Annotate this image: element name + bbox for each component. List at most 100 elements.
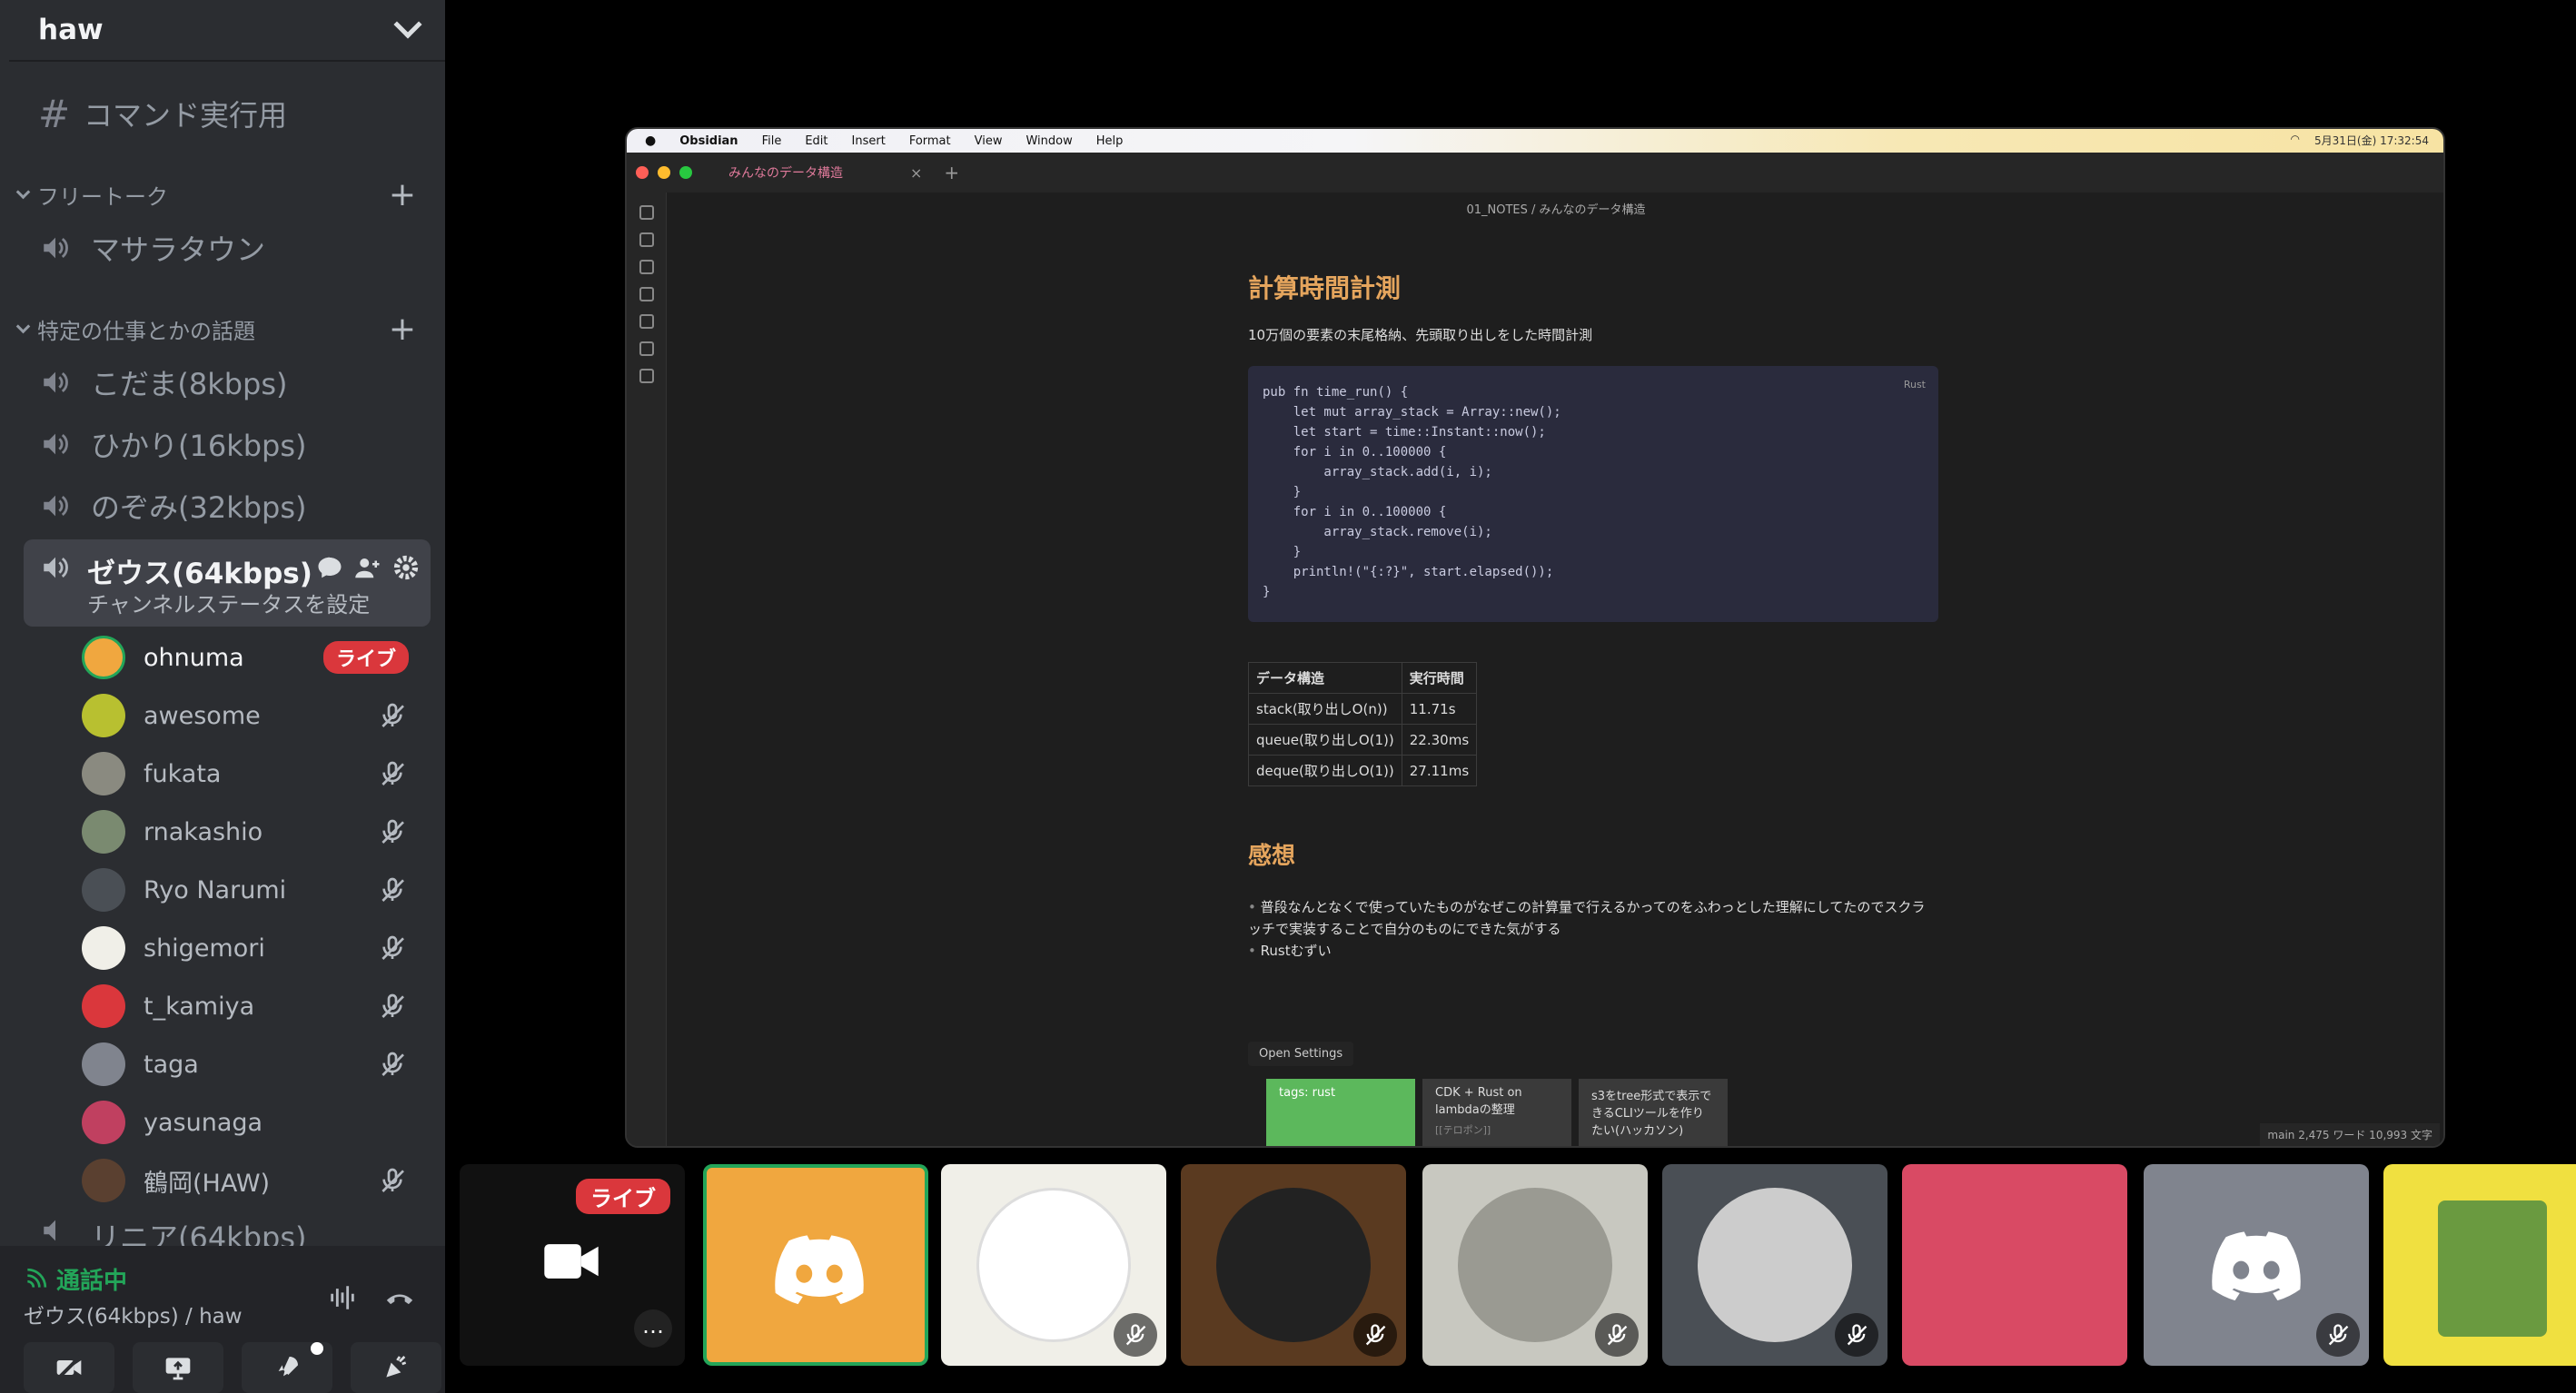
member-name: 鶴岡(HAW) — [144, 1169, 271, 1198]
more-options-button[interactable]: … — [634, 1309, 672, 1348]
voice-member[interactable]: ohnuma ライブ — [82, 632, 423, 683]
table-header: データ構造 — [1248, 662, 1402, 694]
gear-icon[interactable] — [392, 554, 420, 581]
live-badge: ライブ — [576, 1179, 670, 1214]
tile-participant[interactable] — [1181, 1164, 1406, 1366]
voice-channel-nozomi[interactable]: のぞみ(32kbps) — [24, 478, 431, 534]
voice-member[interactable]: taga — [82, 1039, 423, 1090]
voice-channel-masara[interactable]: マサラタウン — [24, 220, 431, 276]
tile-participant[interactable] — [1902, 1164, 2127, 1366]
add-channel-icon[interactable]: + — [389, 176, 416, 213]
member-name: rnakashio — [144, 817, 263, 846]
category-label: フリートーク — [37, 183, 168, 210]
tile-participant[interactable] — [941, 1164, 1166, 1366]
muted-mic-icon — [1835, 1313, 1878, 1357]
avatar — [82, 1159, 125, 1202]
voice-channel-kodama[interactable]: こだま(8kbps) — [24, 354, 431, 410]
voice-member[interactable]: Ryo Narumi — [82, 864, 423, 915]
disconnect-icon[interactable] — [381, 1282, 418, 1317]
muted-mic-icon — [378, 875, 407, 904]
tile-live-stream[interactable]: ライブ … — [460, 1164, 685, 1366]
channel-label: ひかり(16kbps) — [91, 429, 307, 463]
table-header: 実行時間 — [1401, 662, 1478, 694]
server-name: haw — [38, 14, 104, 46]
noise-suppression-icon[interactable] — [325, 1282, 360, 1317]
note-heading: 計算時間計測 — [1248, 273, 1402, 303]
soundboard-icon — [386, 1356, 407, 1378]
speaker-icon — [38, 429, 73, 459]
screen-share-stream[interactable]: ● Obsidian File Edit Insert Format View … — [625, 127, 2445, 1148]
voice-channel-linear[interactable]: リニア(64kbps) — [24, 1215, 431, 1248]
signal-icon — [27, 1268, 47, 1288]
avatar — [82, 636, 125, 679]
chat-bubble-icon[interactable] — [316, 554, 343, 581]
copy-icon — [639, 314, 654, 329]
channel-label: のぞみ(32kbps) — [91, 490, 307, 525]
voice-member[interactable]: 鶴岡(HAW) — [82, 1155, 423, 1206]
tile-participant[interactable] — [2144, 1164, 2369, 1366]
camera-off-icon — [56, 1355, 82, 1380]
invite-user-icon[interactable] — [354, 554, 381, 581]
voice-connected-status[interactable]: 通話中 — [24, 1262, 127, 1296]
note-card: CDK + Rust on lambdaの整理 [[テロポン]] — [1422, 1079, 1571, 1146]
tile-participant[interactable] — [1662, 1164, 1887, 1366]
voice-member[interactable]: yasunaga — [82, 1097, 423, 1148]
avatar — [82, 1101, 125, 1144]
tile-participant[interactable] — [2383, 1164, 2576, 1366]
table-cell: 11.71s — [1401, 693, 1478, 725]
menu-item: Edit — [805, 133, 828, 148]
voice-channel-path[interactable]: ゼウス(64kbps) / haw — [24, 1299, 243, 1329]
tile-participant[interactable] — [1422, 1164, 1648, 1366]
graph-icon — [639, 205, 654, 220]
voice-member[interactable]: t_kamiya — [82, 981, 423, 1032]
menu-item: Obsidian — [679, 133, 738, 148]
voice-channel-zeus-active[interactable]: ゼウス(64kbps) チャンネルステータスを設定 — [24, 539, 431, 627]
apple-icon: ● — [645, 133, 657, 148]
discord-logo-icon — [775, 1235, 864, 1304]
muted-mic-icon — [378, 1166, 407, 1195]
channel-sidebar: haw # コマンド実行用 フリートーク + マサラタウン 特定の仕事とかの話題… — [0, 0, 445, 1393]
minimize-window-icon — [658, 166, 670, 179]
tile-participant-speaking[interactable] — [703, 1164, 928, 1366]
server-header[interactable]: haw — [9, 0, 445, 62]
text-channel-command[interactable]: # コマンド実行用 — [24, 85, 431, 142]
results-table: データ構造 実行時間 stack(取り出しO(n)) 11.71s queue(取… — [1248, 662, 1478, 786]
speaker-icon — [38, 232, 73, 263]
member-name: Ryo Narumi — [144, 875, 287, 904]
code-text: pub fn time_run() { let mut array_stack … — [1263, 385, 1561, 599]
soundboard-button[interactable] — [351, 1342, 441, 1393]
voice-member[interactable]: fukata — [82, 748, 423, 799]
muted-mic-icon — [378, 992, 407, 1021]
camera-off-button[interactable] — [24, 1342, 114, 1393]
channel-label: マサラタウン — [91, 232, 266, 267]
voice-channel-hikari[interactable]: ひかり(16kbps) — [24, 416, 431, 472]
voice-member[interactable]: rnakashio — [82, 806, 423, 857]
voice-member[interactable]: shigemori — [82, 923, 423, 973]
menu-item: Format — [908, 133, 951, 148]
category-work-topics[interactable]: 特定の仕事とかの話題 + — [15, 311, 416, 348]
wifi-icon: ◠ — [2290, 133, 2301, 145]
muted-mic-icon — [378, 701, 407, 730]
note-breadcrumb: 01_NOTES / みんなのデータ構造 — [1466, 203, 1646, 217]
add-channel-icon[interactable]: + — [389, 311, 416, 348]
category-label: 特定の仕事とかの話題 — [37, 318, 255, 344]
obsidian-status-bar: main 2,475 ワード 10,993 文字 — [2260, 1123, 2440, 1146]
category-free-talk[interactable]: フリートーク + — [15, 176, 416, 213]
screen-share-button[interactable] — [133, 1342, 223, 1393]
table-cell: deque(取り出しO(1)) — [1248, 755, 1402, 786]
menu-item: View — [974, 133, 1003, 148]
voice-member[interactable]: awesome — [82, 690, 423, 741]
menu-item: Window — [1025, 133, 1073, 148]
obsidian-ribbon — [627, 193, 667, 1146]
card-sub: [[テロポン]] — [1435, 1124, 1491, 1136]
menu-item: Help — [1095, 133, 1124, 148]
hash-icon: # — [38, 91, 71, 136]
speaker-icon — [38, 552, 73, 583]
channel-status-setter[interactable]: チャンネルステータスを設定 — [87, 587, 370, 618]
activities-button[interactable] — [242, 1342, 332, 1393]
avatar — [1216, 1188, 1371, 1342]
muted-mic-icon — [378, 1050, 407, 1079]
rocket-icon — [278, 1357, 298, 1377]
member-name: awesome — [144, 701, 261, 730]
calendar-icon — [639, 287, 654, 301]
